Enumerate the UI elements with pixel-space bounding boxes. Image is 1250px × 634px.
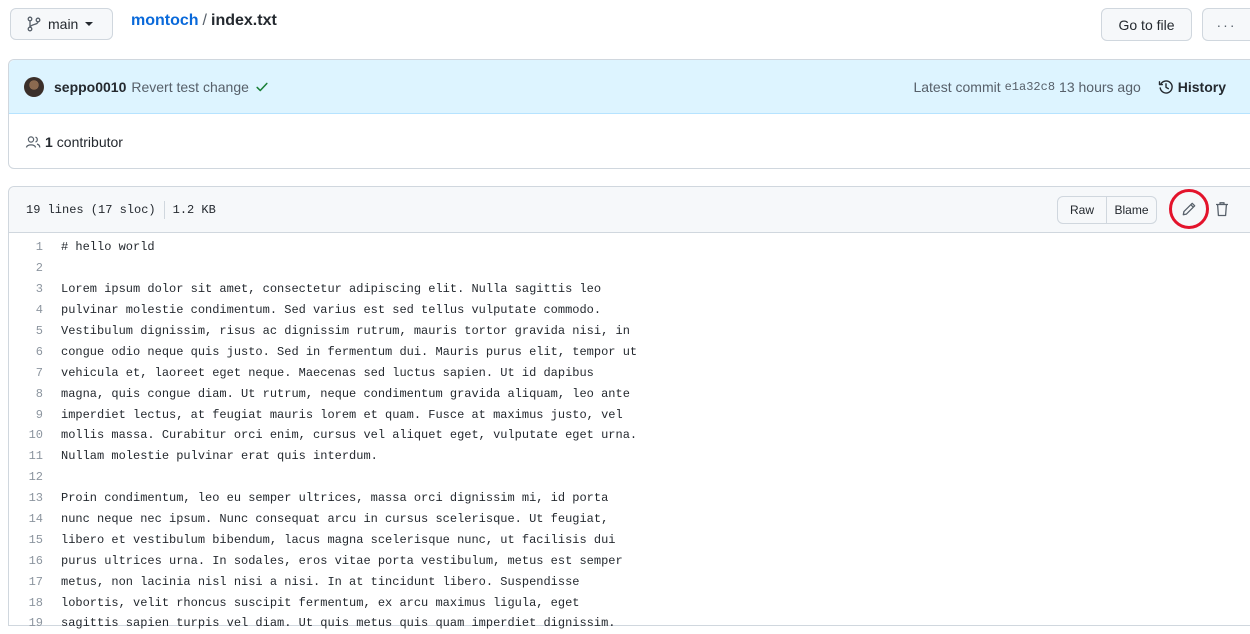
breadcrumb: montoch / index.txt — [131, 12, 277, 30]
delete-file-button[interactable] — [1214, 200, 1230, 218]
commit-message-link[interactable]: Revert test change — [131, 79, 249, 95]
file-header: 19 lines (17 sloc) 1.2 KB Raw Blame — [9, 187, 1250, 233]
people-icon — [25, 135, 41, 148]
code-line: 13 Proin condimentum, leo eu semper ultri… — [9, 488, 1250, 509]
line-number[interactable]: 5 — [9, 324, 53, 338]
code-line: 12 — [9, 467, 1250, 488]
code-line: 11 Nullam molestie pulvinar erat quis int… — [9, 446, 1250, 467]
code-line: 15 libero et vestibulum bibendum, lacus m… — [9, 529, 1250, 550]
line-text: pulvinar molestie condimentum. Sed variu… — [61, 303, 602, 318]
file-content-box: 19 lines (17 sloc) 1.2 KB Raw Blame 1 # h… — [8, 186, 1250, 630]
raw-button[interactable]: Raw — [1057, 196, 1107, 224]
edit-file-button[interactable] — [1169, 189, 1209, 229]
file-lines-info: 19 lines (17 sloc) — [26, 202, 156, 217]
line-number[interactable]: 4 — [9, 303, 53, 317]
commit-header: seppo0010 Revert test change Latest comm… — [9, 60, 1250, 114]
code-line: 8 magna, quis congue diam. Ut rutrum, neq… — [9, 383, 1250, 404]
line-text: nunc neque nec ipsum. Nunc consequat arc… — [61, 512, 609, 527]
file-actions-button-group: Raw Blame — [1057, 196, 1157, 224]
contributor-label: contributor — [56, 133, 123, 150]
commit-meta: Latest commit e1a32c8 13 hours ago Histo… — [913, 60, 1226, 114]
code-line: 6 congue odio neque quis justo. Sed in fe… — [9, 341, 1250, 362]
line-number[interactable]: 2 — [9, 261, 53, 275]
code-line: 18 lobortis, velit rhoncus suscipit ferme… — [9, 592, 1250, 613]
branch-name: main — [48, 16, 79, 32]
check-icon[interactable] — [255, 80, 269, 94]
line-text: Vestibulum dignissim, risus ac dignissim… — [61, 324, 630, 338]
latest-commit-box: seppo0010 Revert test change Latest comm… — [8, 59, 1250, 169]
code-line: 3 Lorem ipsum dolor sit amet, consectetur… — [9, 279, 1250, 300]
history-label: History — [1177, 79, 1226, 95]
line-number[interactable]: 17 — [9, 575, 53, 589]
code-line: 19 sagittis sapien turpis vel diam. Ut qu… — [9, 613, 1250, 634]
line-text: lobortis, velit rhoncus suscipit ferment… — [61, 595, 580, 610]
pencil-icon — [1182, 202, 1196, 216]
line-text: magna, quis congue diam. Ut rutrum, nequ… — [61, 386, 630, 401]
code-line: 16 purus ultrices urna. In sodales, eros … — [9, 550, 1250, 571]
line-number[interactable]: 9 — [9, 408, 53, 422]
commit-author-link[interactable]: seppo0010 — [54, 79, 126, 95]
latest-commit-label: Latest commit — [913, 79, 1001, 95]
line-text: # hello world — [61, 240, 155, 255]
commit-time: 13 hours ago — [1059, 79, 1141, 95]
line-number[interactable]: 7 — [9, 366, 53, 380]
file-navigation: main montoch / index.txt Go to file ··· — [0, 0, 1250, 58]
avatar[interactable] — [24, 76, 44, 97]
code-line: 1 # hello world — [9, 237, 1250, 258]
code-line: 9 imperdiet lectus, at feugiat mauris lor… — [9, 404, 1250, 425]
line-text: sagittis sapien turpis vel diam. Ut quis… — [61, 616, 616, 631]
line-number[interactable]: 6 — [9, 345, 53, 359]
code-line: 4 pulvinar molestie condimentum. Sed vari… — [9, 300, 1250, 321]
breadcrumb-repo-link[interactable]: montoch — [131, 12, 199, 30]
go-to-file-button[interactable]: Go to file — [1101, 8, 1192, 41]
line-number[interactable]: 19 — [9, 616, 53, 630]
code-line: 7 vehicula et, laoreet eget neque. Maecen… — [9, 362, 1250, 383]
line-number[interactable]: 18 — [9, 596, 53, 610]
breadcrumb-file-name: index.txt — [211, 12, 277, 29]
line-text: purus ultrices urna. In sodales, eros vi… — [61, 553, 623, 568]
code-line: 5 Vestibulum dignissim, risus ac dignissi… — [9, 321, 1250, 342]
contributors-row[interactable]: 1 contributor — [9, 114, 1250, 169]
line-number[interactable]: 11 — [9, 449, 53, 463]
file-info-divider — [163, 200, 165, 219]
line-text: Nullam molestie pulvinar erat quis inter… — [61, 449, 378, 464]
file-size: 1.2 KB — [172, 202, 216, 217]
commit-sha-link[interactable]: e1a32c8 — [1005, 80, 1055, 94]
line-text: congue odio neque quis justo. Sed in fer… — [61, 344, 638, 359]
line-text: metus, non lacinia nisl nisi a nisi. In … — [61, 574, 580, 589]
blame-button[interactable]: Blame — [1107, 196, 1157, 224]
line-text: imperdiet lectus, at feugiat mauris lore… — [61, 407, 623, 422]
line-text: Proin condimentum, leo eu semper ultrice… — [61, 491, 609, 506]
line-number[interactable]: 8 — [9, 387, 53, 401]
line-number[interactable]: 16 — [9, 554, 53, 568]
code-line: 2 — [9, 258, 1250, 279]
more-options-button[interactable]: ··· — [1202, 8, 1250, 41]
line-text: libero et vestibulum bibendum, lacus mag… — [61, 532, 616, 547]
chevron-down-icon — [85, 22, 94, 26]
line-number[interactable]: 10 — [9, 428, 53, 442]
history-link[interactable]: History — [1158, 79, 1226, 95]
line-text: Lorem ipsum dolor sit amet, consectetur … — [61, 282, 602, 297]
branch-selector-button[interactable]: main — [10, 8, 113, 40]
code-line: 14 nunc neque nec ipsum. Nunc consequat a… — [9, 509, 1250, 530]
line-number[interactable]: 3 — [9, 282, 53, 296]
breadcrumb-separator: / — [202, 12, 207, 29]
line-number[interactable]: 15 — [9, 533, 53, 547]
code-view: 1 # hello world 2 3 Lorem ipsum dolor sit am… — [9, 233, 1250, 634]
line-number[interactable]: 13 — [9, 491, 53, 505]
line-number[interactable]: 12 — [9, 470, 53, 484]
line-text: vehicula et, laoreet eget neque. Maecena… — [61, 365, 594, 380]
trash-icon — [1216, 202, 1228, 217]
line-number[interactable]: 1 — [9, 240, 53, 254]
code-line: 10 mollis massa. Curabitur orci enim, cur… — [9, 425, 1250, 446]
git-branch-icon — [27, 16, 41, 32]
code-line: 17 metus, non lacinia nisl nisi a nisi. I… — [9, 571, 1250, 592]
contributor-count: 1 — [45, 133, 53, 150]
line-text: mollis massa. Curabitur orci enim, cursu… — [61, 428, 638, 443]
history-clock-icon — [1158, 80, 1173, 94]
line-number[interactable]: 14 — [9, 512, 53, 526]
